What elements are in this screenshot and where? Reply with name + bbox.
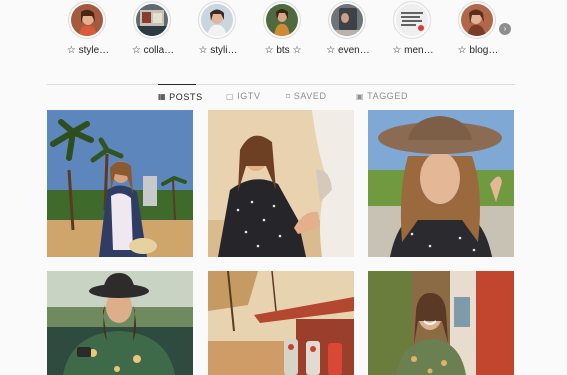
tab-label: POSTS [169, 91, 203, 102]
post-horse-polka-dress[interactable] [208, 110, 354, 257]
highlight-label: ☆ blog… [457, 45, 499, 56]
tab-saved[interactable]: ⌑ SAVED [286, 84, 330, 108]
highlight-ring [68, 1, 106, 39]
tag-icon: ▣ [356, 91, 365, 101]
story-highlights: ☆ style… ☆ colla… ☆ styli… ☆ bts ☆ ☆ eve… [0, 0, 567, 70]
highlight-collab-thumbnail [136, 4, 168, 36]
tab-tagged[interactable]: ▣ TAGGED [356, 84, 408, 108]
highlight-ring [458, 1, 496, 39]
highlight-label: ☆ style… [66, 45, 110, 56]
highlight-ring [328, 1, 366, 39]
highlight-blog-thumbnail [461, 4, 493, 36]
bookmark-icon: ⌑ [286, 91, 291, 101]
highlight-ring [263, 1, 301, 39]
highlight-styling-thumbnail [201, 4, 233, 36]
grid-icon: ▦ [158, 92, 167, 101]
highlight-label: ☆ men… [392, 45, 434, 56]
post-red-door-smile[interactable] [368, 271, 514, 375]
tab-label: SAVED [293, 91, 327, 101]
post-beach-palms[interactable] [47, 110, 193, 257]
post-gas-station[interactable] [208, 271, 354, 375]
highlight-ring [198, 1, 236, 39]
highlight-ring [133, 1, 171, 39]
profile-tabs: ▦ POSTS ▢ IGTV ⌑ SAVED ▣ TAGGED [0, 84, 567, 108]
highlight-events-thumbnail [331, 4, 363, 36]
highlight-ring [393, 1, 431, 39]
tab-posts[interactable]: ▦ POSTS [158, 84, 202, 108]
highlight-label: ☆ even… [326, 45, 370, 56]
highlight-bts-thumbnail [266, 4, 298, 36]
highlight-label: ☆ bts ☆ [264, 45, 302, 56]
highlight-label: ☆ colla… [131, 45, 175, 56]
tab-igtv[interactable]: ▢ IGTV [226, 84, 262, 108]
highlights-next-arrow-icon[interactable]: › [499, 23, 511, 35]
post-vintage-car-hat[interactable] [47, 271, 193, 375]
igtv-icon: ▢ [226, 91, 235, 101]
highlight-mentions-thumbnail [396, 4, 428, 36]
post-straw-hat-portrait[interactable] [368, 110, 514, 257]
highlight-style-thumbnail [71, 4, 103, 36]
tab-label: IGTV [237, 91, 261, 101]
tab-label: TAGGED [367, 91, 409, 101]
highlight-label: ☆ styli… [198, 45, 238, 56]
